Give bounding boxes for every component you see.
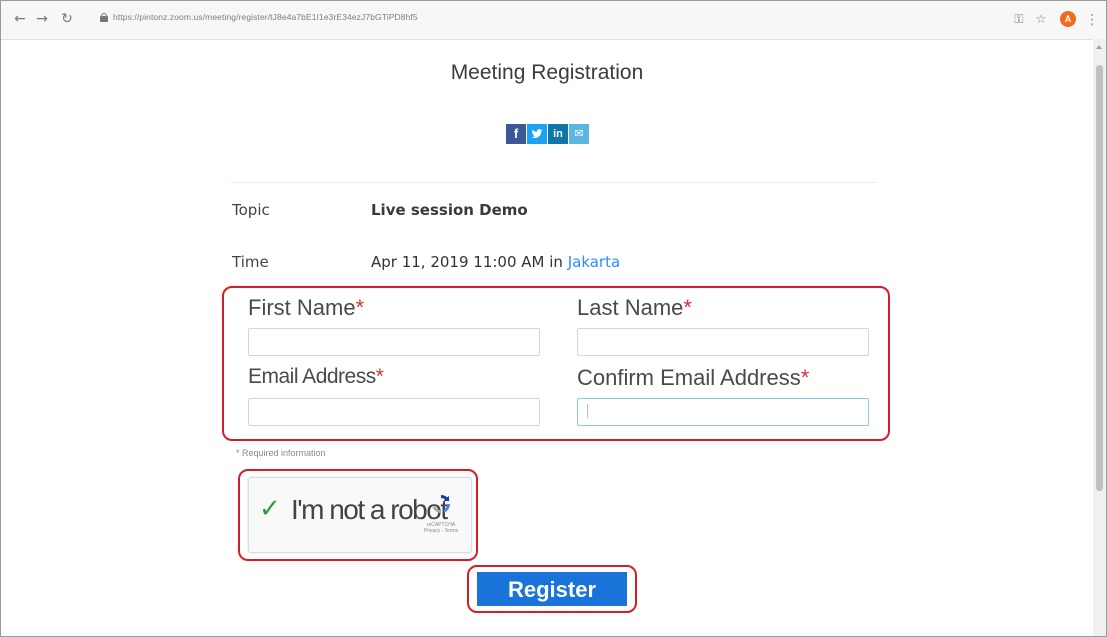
topic-value: Live session Demo [371,201,528,219]
time-text: Apr 11, 2019 11:00 AM in [371,253,568,271]
first-name-input[interactable] [248,328,540,356]
vertical-scrollbar[interactable] [1093,39,1106,636]
divider [231,182,876,183]
forward-icon[interactable]: → [33,10,51,28]
email-share-icon[interactable]: ✉ [569,124,589,144]
browser-window: ← → ↻ https://pintonz.zoom.us/meeting/re… [0,0,1107,637]
email-input[interactable] [248,398,540,426]
register-button[interactable]: Register [477,572,627,606]
last-name-label: Last Name* [577,295,692,321]
email-label-text: Email Address [248,365,376,388]
lock-icon [100,13,108,22]
address-bar[interactable]: https://pintonz.zoom.us/meeting/register… [113,12,418,22]
linkedin-icon[interactable]: in [548,124,568,144]
timezone-link[interactable]: Jakarta [568,253,620,271]
required-note: * Required information [236,448,326,458]
required-marker: * [800,365,810,390]
menu-icon[interactable]: ⋮ [1085,10,1099,28]
topic-label: Topic [232,201,270,219]
share-bar: f in ✉ [506,124,589,144]
recaptcha-widget[interactable]: ✓ I'm not a robot reCAPTCHA Privacy - Ter… [248,477,472,553]
checkmark-icon[interactable]: ✓ [259,494,281,524]
twitter-icon[interactable] [527,124,547,144]
back-icon[interactable]: ← [11,10,29,28]
first-name-label: First Name* [248,295,364,321]
confirm-email-input[interactable] [577,398,869,426]
required-marker: * [355,295,365,320]
recaptcha-links[interactable]: Privacy - Terms [419,528,463,534]
required-marker: * [375,365,384,388]
required-marker: * [683,295,692,320]
time-label: Time [232,253,269,271]
scroll-up-icon[interactable] [1096,45,1102,49]
time-value: Apr 11, 2019 11:00 AM in Jakarta [371,253,620,271]
last-name-label-text: Last Name [577,295,684,320]
email-label: Email Address* [248,365,384,389]
browser-toolbar: ← → ↻ https://pintonz.zoom.us/meeting/re… [1,1,1106,40]
key-icon[interactable]: ⚿ [1010,10,1028,28]
page-title: Meeting Registration [450,61,644,84]
reload-icon[interactable]: ↻ [58,10,76,28]
text-caret [587,404,588,418]
star-icon[interactable]: ☆ [1032,10,1050,28]
last-name-input[interactable] [577,328,869,356]
confirm-email-label-text: Confirm Email Address [577,365,801,390]
scroll-thumb[interactable] [1096,65,1103,491]
first-name-label-text: First Name [248,295,356,320]
profile-icon[interactable]: A [1060,11,1076,27]
confirm-email-label: Confirm Email Address* [577,365,809,391]
facebook-icon[interactable]: f [506,124,526,144]
recaptcha-logo-icon [429,492,453,516]
recaptcha-brand: reCAPTCHA Privacy - Terms [419,522,463,534]
